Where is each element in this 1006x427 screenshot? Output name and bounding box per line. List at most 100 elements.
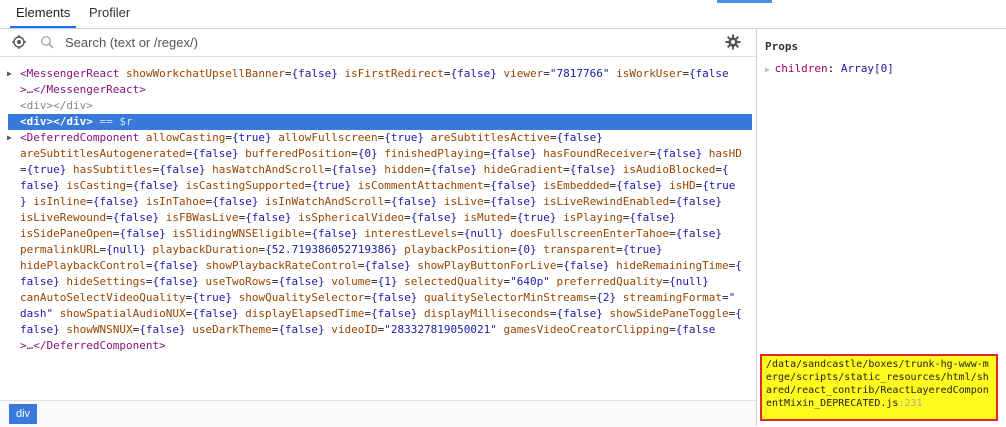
attr-name: isLive bbox=[437, 195, 484, 208]
attr-value: { bbox=[735, 259, 742, 272]
attr-name: videoID bbox=[324, 323, 378, 336]
attr-name: selectedQuality bbox=[397, 275, 504, 288]
attr-value: {false} bbox=[371, 291, 418, 304]
attr-value: {false bbox=[688, 67, 729, 80]
attr-name: viewer bbox=[496, 67, 544, 80]
equals-sign: = bbox=[669, 323, 676, 336]
attr-value: {false} bbox=[430, 163, 477, 176]
tab-elements[interactable]: Elements bbox=[10, 0, 77, 28]
attr-name: qualitySelectorMinStreams bbox=[417, 291, 590, 304]
tree-node-messenger-react-close[interactable]: >…</MessengerReact> bbox=[20, 82, 146, 98]
magnifier-icon bbox=[40, 35, 54, 49]
attr-value: {true} bbox=[516, 211, 557, 224]
deferred-component-line: false} isCasting={false} isCastingSuppor… bbox=[20, 178, 735, 194]
attr-name: showWNSNUX bbox=[59, 323, 133, 336]
attr-value: {0} bbox=[357, 147, 378, 160]
attr-value: {false} bbox=[675, 195, 723, 208]
attr-name: isCastingSupported bbox=[178, 179, 305, 192]
attr-value: {false} bbox=[159, 163, 206, 176]
attr-value: {false} bbox=[675, 227, 723, 240]
deferred-component-line: <DeferredComponent allowCasting={true} a… bbox=[20, 130, 603, 146]
attr-value: {false} bbox=[390, 195, 438, 208]
attr-name: showSpatialAudioNUX bbox=[53, 307, 186, 320]
attr-name: areSubtitlesAutogenerated bbox=[20, 147, 186, 160]
tag-name: </MessengerReact> bbox=[33, 83, 146, 96]
attr-name: hidePlaybackControl bbox=[20, 259, 146, 272]
attr-value: {false} bbox=[490, 147, 537, 160]
attr-name: isSlidingWNSEligible bbox=[165, 227, 305, 240]
equals-sign: = bbox=[424, 163, 431, 176]
attr-name: allowFullscreen bbox=[271, 131, 378, 144]
attr-name: preferredQuality bbox=[549, 275, 663, 288]
expand-triangle-icon[interactable]: ▶ bbox=[765, 65, 775, 74]
tree-node-messenger-react[interactable]: <MessengerReact showWorkchatUpsellBanner… bbox=[20, 66, 729, 82]
equals-sign: = bbox=[669, 195, 676, 208]
attr-value: {false} bbox=[364, 259, 411, 272]
attr-name: isMuted bbox=[457, 211, 511, 224]
attr-name: isLiveRewindEnabled bbox=[536, 195, 670, 208]
attr-value: { bbox=[722, 163, 729, 176]
attr-name: streamingFormat bbox=[616, 291, 723, 304]
source-line-number: :231 bbox=[898, 398, 923, 409]
attr-value: {1} bbox=[377, 275, 398, 288]
attr-name: isAudioBlocked bbox=[616, 163, 716, 176]
attr-name: interestLevels bbox=[357, 227, 458, 240]
attr-value: {false} bbox=[331, 163, 378, 176]
attr-value: {false} bbox=[192, 147, 239, 160]
breadcrumb-item-div[interactable]: div bbox=[9, 404, 38, 424]
attr-name: showPlayButtonForLive bbox=[410, 259, 557, 272]
attr-value: {false} bbox=[212, 195, 259, 208]
elements-pane: Search (text or /regex/) ▶ <MessengerRea… bbox=[0, 29, 756, 426]
attr-name: showWorkchatUpsellBanner bbox=[119, 67, 285, 80]
attr-name: isInWatchAndScroll bbox=[258, 195, 385, 208]
attr-name: isCasting bbox=[59, 179, 126, 192]
equals-sign: = bbox=[404, 211, 411, 224]
attr-value: {true} bbox=[231, 131, 272, 144]
gear-icon[interactable] bbox=[725, 34, 741, 50]
deferred-component-line: isLiveRewound={false} isFBWasLive={false… bbox=[20, 210, 676, 226]
attr-value: {false} bbox=[92, 195, 140, 208]
attr-name: allowCasting bbox=[139, 131, 226, 144]
prop-row-children[interactable]: ▶ children: Array[0] bbox=[765, 62, 894, 75]
attr-name: hasSubtitles bbox=[66, 163, 153, 176]
attr-name: showQualitySelector bbox=[231, 291, 365, 304]
equals-sign: = bbox=[20, 163, 27, 176]
attr-value: {true} bbox=[311, 179, 352, 192]
deferred-component-line: false} showWNSNUX={false} useDarkTheme={… bbox=[20, 322, 715, 338]
tree-node-div-selected[interactable]: <div></div> == $r bbox=[20, 114, 133, 130]
prop-key: children bbox=[774, 62, 828, 75]
tag-name: >…</DeferredComponent> bbox=[20, 339, 166, 352]
attr-name: volume bbox=[324, 275, 372, 288]
attr-value: false} bbox=[20, 275, 60, 288]
equals-sign: = bbox=[106, 211, 113, 224]
equals-sign: = bbox=[616, 243, 623, 256]
source-path-box[interactable]: /data/sandcastle/boxes/trunk-hg-www-merg… bbox=[760, 354, 998, 421]
deferred-component-line: hidePlaybackControl={false} showPlayback… bbox=[20, 258, 742, 274]
prop-value: Array[0] bbox=[840, 62, 894, 75]
attr-name: isWorkUser bbox=[609, 67, 683, 80]
attr-name: hasWatchAndScroll bbox=[205, 163, 325, 176]
tab-profiler[interactable]: Profiler bbox=[83, 0, 136, 28]
deferred-component-line: >…</DeferredComponent> bbox=[20, 338, 166, 354]
attr-value: {false} bbox=[569, 163, 617, 176]
search-input[interactable]: Search (text or /regex/) bbox=[65, 29, 198, 56]
collapsed-dots: >… bbox=[20, 83, 34, 96]
attr-value: " bbox=[728, 291, 736, 304]
attr-name: isPlaying bbox=[556, 211, 623, 224]
expand-triangle-icon[interactable]: ▶ bbox=[7, 130, 17, 146]
attr-value: {true} bbox=[26, 163, 67, 176]
attr-value: {52.719386052719386} bbox=[265, 243, 398, 256]
attr-name: isInTahoe bbox=[139, 195, 206, 208]
attr-value: {false} bbox=[371, 307, 418, 320]
attr-name: hasHD bbox=[702, 147, 742, 160]
tag-name: <div></div> bbox=[20, 115, 93, 128]
attr-value: "7817766" bbox=[549, 67, 610, 80]
expand-triangle-icon[interactable]: ▶ bbox=[7, 66, 17, 82]
source-path: /data/sandcastle/boxes/trunk-hg-www-merg… bbox=[766, 359, 989, 409]
attr-value: {false} bbox=[192, 307, 239, 320]
attr-value: {true} bbox=[384, 131, 425, 144]
tree-node-div[interactable]: <div></div> bbox=[20, 98, 93, 114]
target-icon[interactable] bbox=[12, 35, 26, 49]
attr-value: { bbox=[735, 307, 742, 320]
attr-name: canAutoSelectVideoQuality bbox=[20, 291, 186, 304]
